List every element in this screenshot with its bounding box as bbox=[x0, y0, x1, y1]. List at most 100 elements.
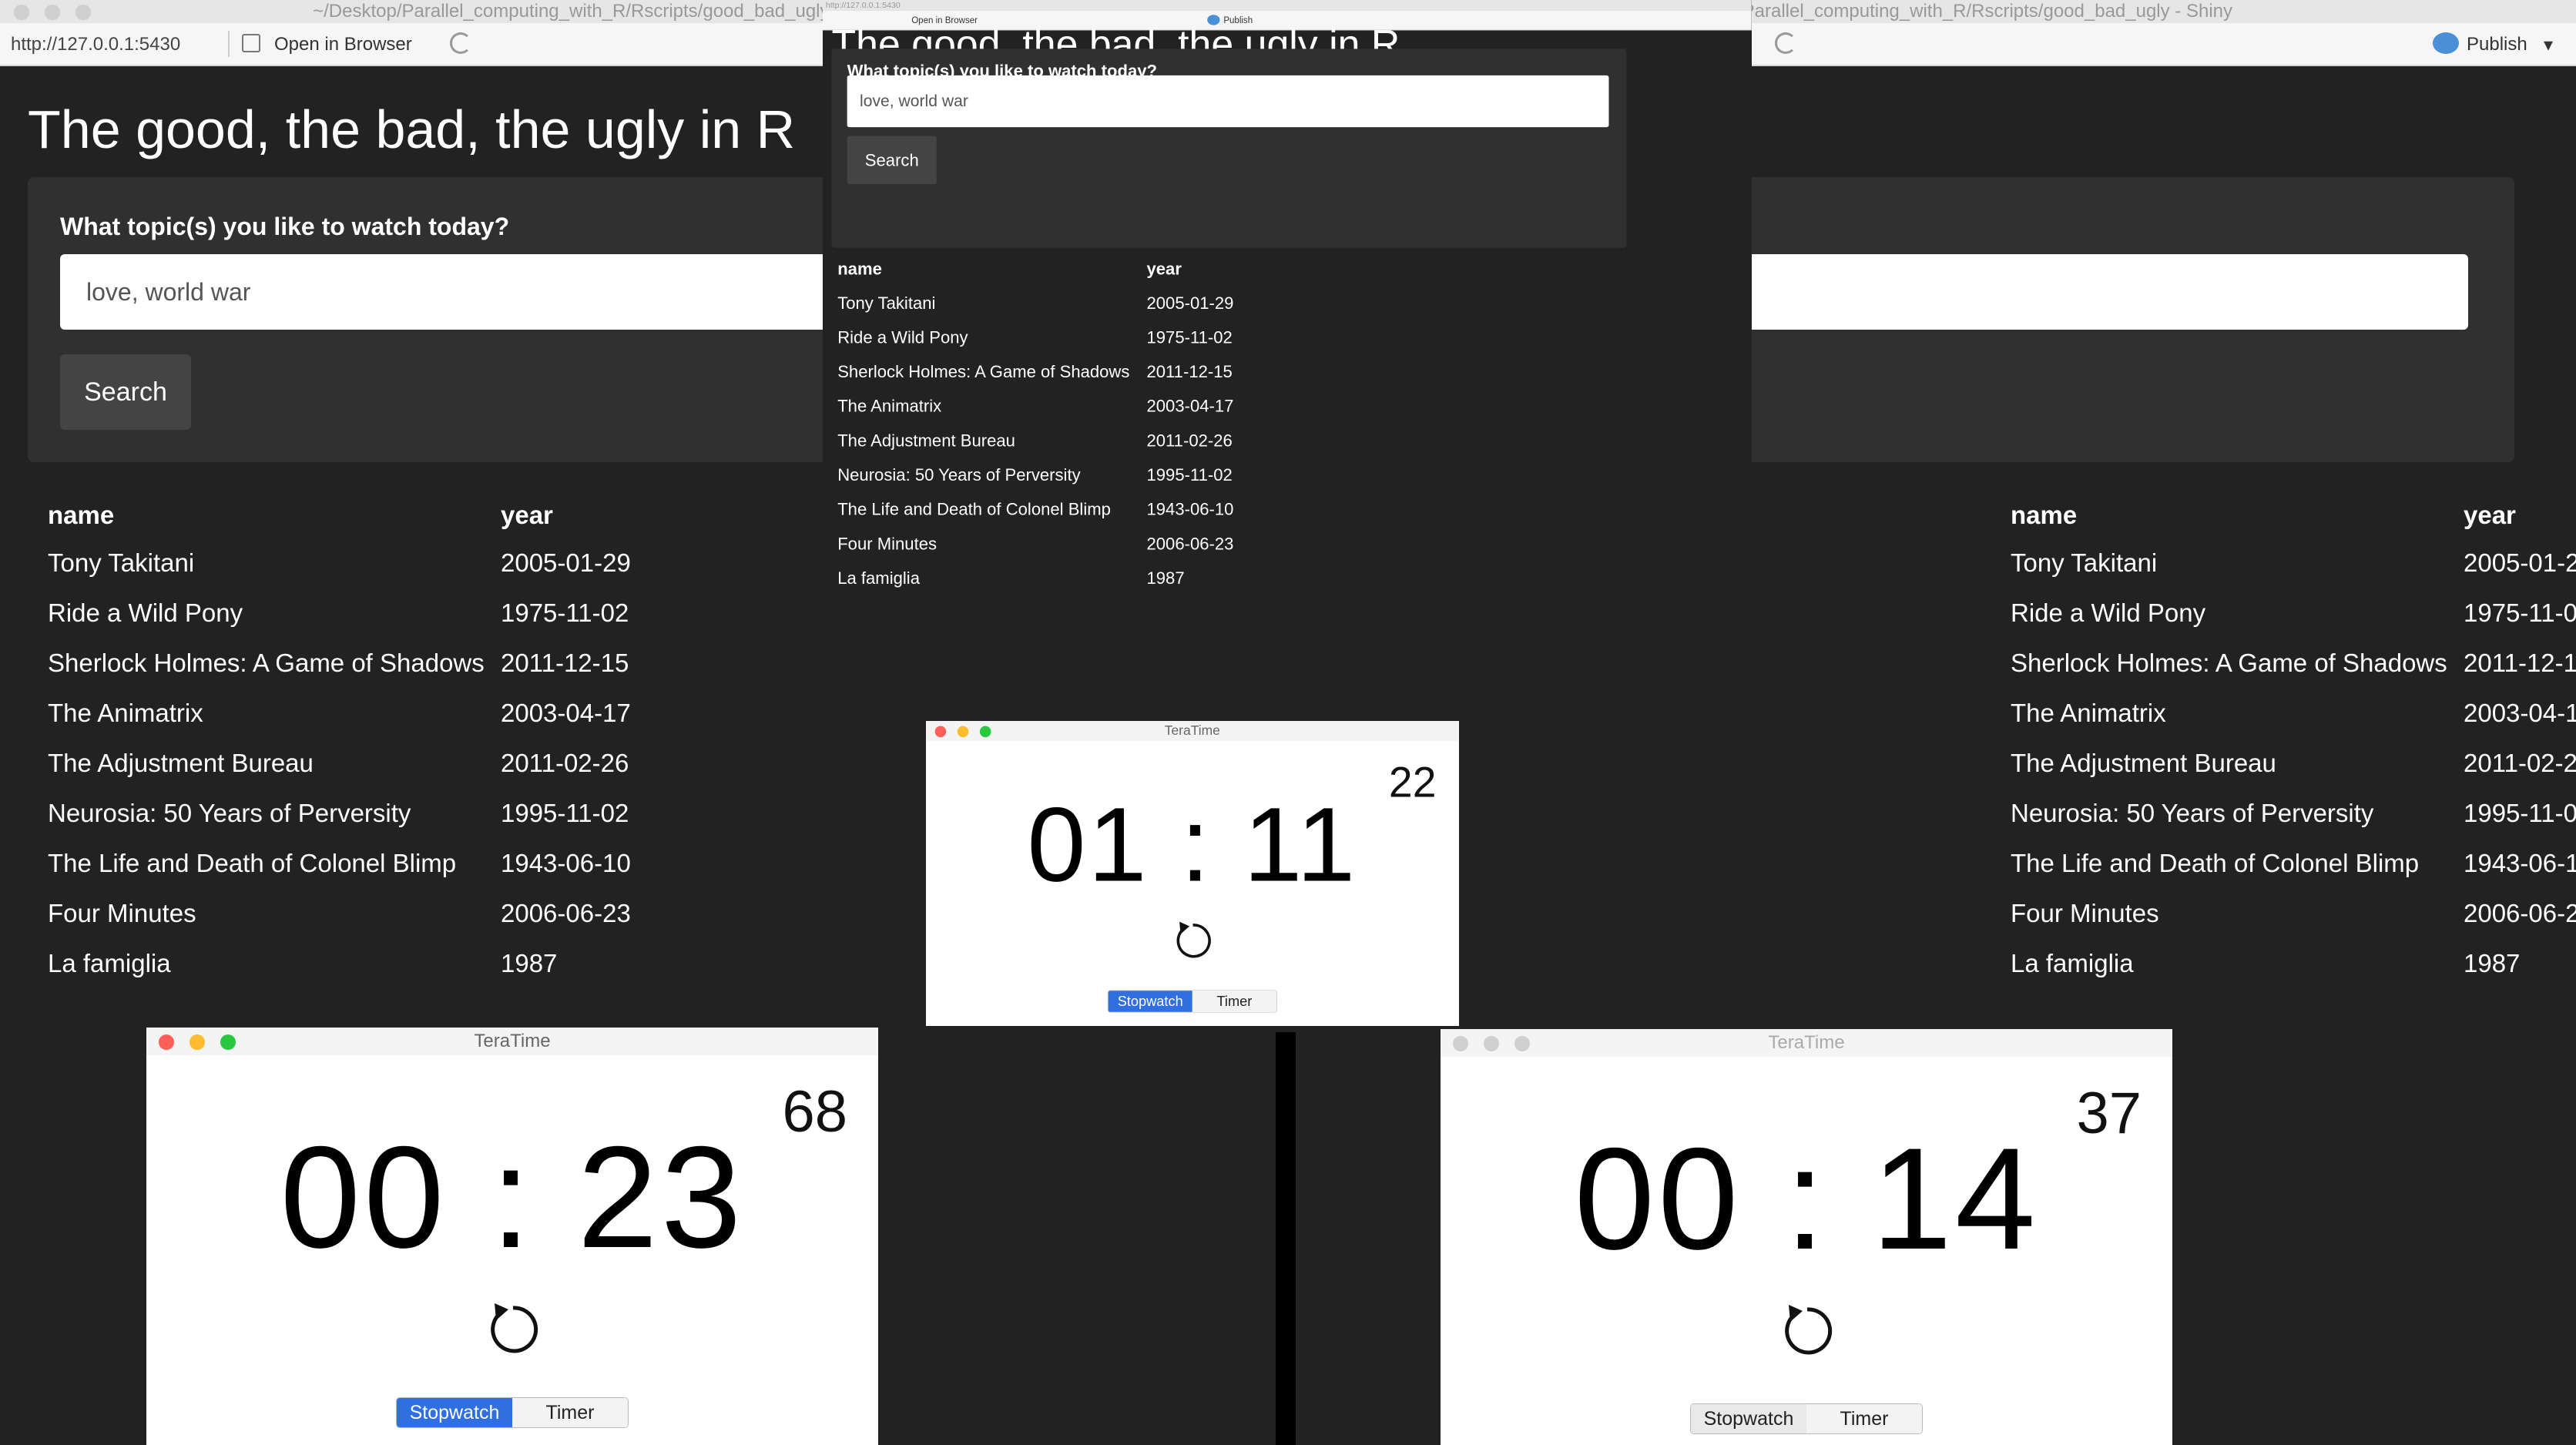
teratime-title: TeraTime bbox=[474, 1031, 551, 1051]
reset-icon[interactable] bbox=[1170, 918, 1215, 963]
column-header-year: year bbox=[2464, 501, 2516, 529]
cell-name: Neurosia: 50 Years of Perversity bbox=[48, 799, 411, 827]
cell-year: 1943-06-10 bbox=[2464, 849, 2576, 877]
search-button[interactable]: Search bbox=[60, 354, 191, 430]
cell-name: The Adjustment Bureau bbox=[2011, 749, 2276, 777]
cell-year: 1995-11-02 bbox=[1146, 464, 1233, 484]
cell-name: Sherlock Holmes: A Game of Shadows bbox=[837, 361, 1130, 381]
url-text: http://127.0.0.1:5430 bbox=[11, 34, 181, 55]
cell-year: 2011-12-15 bbox=[1146, 361, 1233, 381]
cell-name: The Adjustment Bureau bbox=[48, 749, 314, 777]
minimize-button[interactable] bbox=[190, 1034, 205, 1050]
close-button[interactable] bbox=[934, 726, 947, 738]
column-header-year: year bbox=[501, 501, 553, 529]
reload-icon[interactable] bbox=[1775, 32, 1796, 54]
close-button[interactable] bbox=[1453, 1036, 1468, 1051]
divider-strip bbox=[1276, 1032, 1296, 1445]
topics-input[interactable] bbox=[847, 75, 1609, 128]
publish-menu-arrow[interactable]: ▾ bbox=[2544, 34, 2553, 56]
mode-toggle: Stopwatch Timer bbox=[396, 1397, 629, 1428]
elapsed-time: 00 : 14 bbox=[1574, 1118, 2039, 1279]
cell-name: The Animatrix bbox=[48, 699, 203, 727]
cell-name: The Life and Death of Colonel Blimp bbox=[2011, 849, 2420, 877]
window-title: http://127.0.0.1:5430 bbox=[825, 0, 901, 10]
minimize-button[interactable] bbox=[45, 5, 60, 20]
cell-name: Four Minutes bbox=[2011, 899, 2159, 927]
toolbar-divider bbox=[228, 31, 230, 57]
cell-year: 2011-02-26 bbox=[2464, 749, 2576, 777]
search-button[interactable]: Search bbox=[847, 136, 937, 185]
stopwatch-tab[interactable]: Stopwatch bbox=[1691, 1404, 1806, 1433]
cell-year: 2011-02-26 bbox=[501, 749, 629, 777]
topics-input[interactable] bbox=[1752, 254, 2468, 330]
cell-name: The Life and Death of Colonel Blimp bbox=[48, 849, 457, 877]
timer-tab[interactable]: Timer bbox=[1192, 991, 1276, 1012]
teratime-title: TeraTime bbox=[1768, 1032, 1845, 1053]
window-titlebar: ~/Desktop/Parallel_computing_with_R/Rscr… bbox=[0, 0, 823, 23]
cell-name: The Animatrix bbox=[2011, 699, 2166, 727]
window-titlebar: ~/Desktop/Parallel_computing_with_R/Rscr… bbox=[1752, 0, 2576, 23]
minimize-button[interactable] bbox=[1484, 1036, 1499, 1051]
elapsed-time: 00 : 23 bbox=[280, 1116, 745, 1278]
cell-year: 1943-06-10 bbox=[501, 849, 631, 877]
column-header-name: name bbox=[837, 259, 882, 279]
cell-name: La famiglia bbox=[48, 949, 171, 977]
topics-input[interactable] bbox=[60, 254, 823, 330]
cell-year: 1987 bbox=[501, 949, 558, 977]
screen: { "window": { "left_title": "~/Desktop/P… bbox=[0, 0, 2576, 1445]
cell-name: Tony Takitani bbox=[48, 548, 195, 577]
zoom-button[interactable] bbox=[1514, 1036, 1530, 1051]
cell-name: Neurosia: 50 Years of Perversity bbox=[2011, 799, 2374, 827]
zoom-button[interactable] bbox=[75, 5, 91, 20]
cell-year: 2006-06-23 bbox=[1146, 534, 1234, 554]
cell-year: 2005-01-29 bbox=[1146, 293, 1234, 313]
cell-year: 1987 bbox=[1146, 568, 1185, 588]
cell-year: 1995-11-02 bbox=[501, 799, 629, 827]
open-in-browser-icon[interactable] bbox=[242, 34, 260, 52]
reload-icon[interactable] bbox=[450, 32, 471, 54]
cell-year: 1975-11-02 bbox=[2464, 598, 2576, 627]
timer-tab[interactable]: Timer bbox=[512, 1398, 628, 1427]
cell-year: 1995-11-02 bbox=[2464, 799, 2576, 827]
zoom-button[interactable] bbox=[220, 1034, 236, 1050]
cell-year: 2011-12-15 bbox=[501, 649, 629, 677]
page-title: The good, the bad, the ugly in R bbox=[28, 99, 796, 159]
cell-name: Ride a Wild Pony bbox=[2011, 598, 2206, 627]
publish-icon[interactable] bbox=[2433, 32, 2459, 54]
cell-name: La famiglia bbox=[2011, 949, 2134, 977]
cell-year: 2006-06-23 bbox=[501, 899, 631, 927]
teratime-titlebar: TeraTime bbox=[1441, 1029, 2172, 1057]
zoom-button[interactable] bbox=[979, 726, 991, 738]
cell-name: Four Minutes bbox=[837, 534, 937, 554]
window-title: ~/Desktop/Parallel_computing_with_R/Rscr… bbox=[313, 1, 823, 22]
search-panel: What topic(s) you like to watch today? bbox=[1752, 177, 2514, 462]
teratime-title: TeraTime bbox=[1164, 722, 1220, 739]
open-in-browser-button[interactable]: Open in Browser bbox=[274, 34, 412, 55]
reset-icon[interactable] bbox=[482, 1299, 544, 1360]
mode-toggle: Stopwatch Timer bbox=[1107, 990, 1277, 1013]
cell-year: 1975-11-02 bbox=[1146, 327, 1233, 347]
cell-name: Neurosia: 50 Years of Perversity bbox=[837, 464, 1081, 484]
close-button[interactable] bbox=[14, 5, 29, 20]
column-header-name: name bbox=[48, 501, 115, 529]
timer-tab[interactable]: Timer bbox=[1806, 1404, 1922, 1433]
cell-name: Tony Takitani bbox=[837, 293, 936, 313]
teratime-window-middle: TeraTime 22 01 : 11 Stopwatch Timer bbox=[926, 721, 1459, 1026]
cell-name: Ride a Wild Pony bbox=[48, 598, 243, 627]
viewer-toolbar: Publish ▾ bbox=[1752, 23, 2576, 66]
stopwatch-tab[interactable]: Stopwatch bbox=[1108, 991, 1192, 1012]
minimize-button[interactable] bbox=[957, 726, 969, 738]
teratime-window-left: TeraTime 68 00 : 23 Stopwatch Timer bbox=[146, 1028, 878, 1445]
reset-icon[interactable] bbox=[1776, 1300, 1838, 1362]
cell-year: 2005-01-29 bbox=[501, 548, 631, 577]
cell-name: Four Minutes bbox=[48, 899, 196, 927]
viewer-toolbar: http://127.0.0.1:5430 Open in Browser bbox=[0, 23, 823, 66]
stopwatch-tab[interactable]: Stopwatch bbox=[397, 1398, 512, 1427]
teratime-titlebar: TeraTime bbox=[926, 721, 1459, 742]
cell-year: 2003-04-17 bbox=[2464, 699, 2576, 727]
cell-year: 1943-06-10 bbox=[1146, 499, 1234, 519]
question-label: What topic(s) you like to watch today? bbox=[60, 213, 510, 240]
mode-toggle: Stopwatch Timer bbox=[1690, 1403, 1923, 1434]
publish-button[interactable]: Publish bbox=[2467, 34, 2527, 55]
close-button[interactable] bbox=[159, 1034, 174, 1050]
